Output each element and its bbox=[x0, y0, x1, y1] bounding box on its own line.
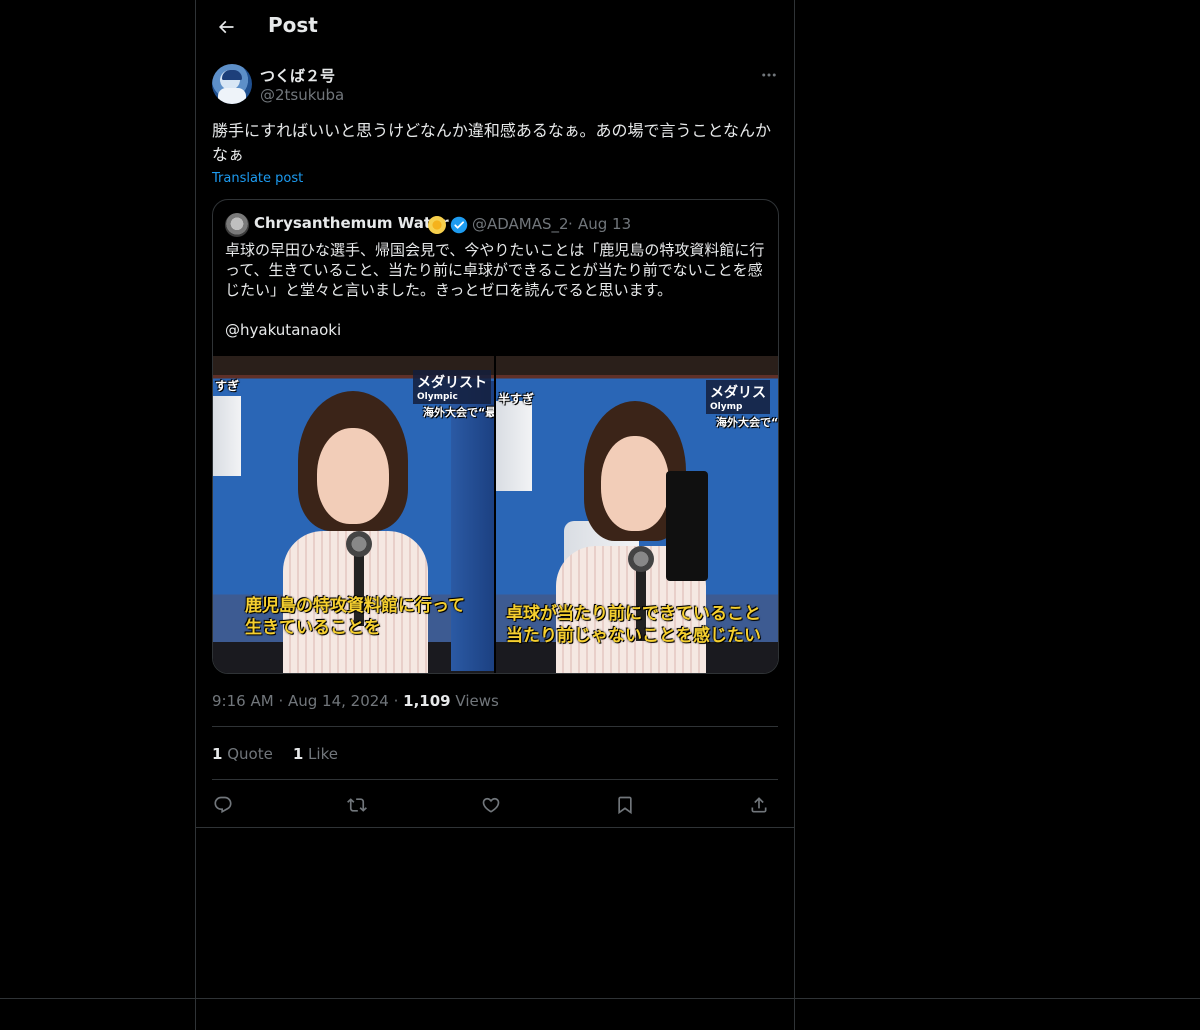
corner-text: 半すぎ bbox=[498, 392, 535, 406]
more-button[interactable] bbox=[754, 64, 784, 86]
reply-button[interactable] bbox=[208, 790, 238, 820]
divider bbox=[212, 779, 778, 780]
image-caption-line2: 当たり前じゃないことを感じたい bbox=[506, 626, 761, 646]
quote-count: 1 bbox=[212, 745, 223, 763]
quote-author-handle: @ADAMAS_2 bbox=[472, 215, 569, 233]
repost-button[interactable] bbox=[342, 790, 372, 820]
flower-badge-icon bbox=[428, 216, 446, 234]
tv-ticker: 海外大会で“最 bbox=[423, 406, 496, 419]
tv-ticker: 海外大会で“ bbox=[716, 416, 778, 429]
quotes-stat[interactable]: 1 Quote bbox=[212, 745, 273, 763]
engagement-stats: 1 Quote 1 Like bbox=[212, 745, 338, 763]
image-caption-line1: 鹿児島の特攻資料館に行って bbox=[245, 596, 466, 616]
post-time[interactable]: 9:16 AM bbox=[212, 692, 274, 710]
bookmark-icon bbox=[618, 796, 632, 815]
divider bbox=[212, 726, 778, 727]
share-icon bbox=[751, 797, 767, 813]
author-avatar[interactable] bbox=[212, 64, 252, 104]
bookmark-button[interactable] bbox=[610, 790, 640, 820]
tv-logo-sub: Olympic bbox=[417, 392, 458, 402]
quote-author-name[interactable]: Chrysanthemum Water bbox=[254, 214, 449, 232]
media-image[interactable]: メダリス Olymp 海外大会で“ 半すぎ 卓球が当たり前にできていること 当た… bbox=[496, 356, 778, 673]
like-count: 1 bbox=[292, 745, 304, 763]
repost-icon bbox=[347, 798, 367, 812]
share-button[interactable] bbox=[744, 790, 774, 820]
separator-dot: · bbox=[568, 215, 573, 233]
tv-logo-sub: Olymp bbox=[710, 402, 743, 412]
post-text: 勝手にすればいいと思うけどなんか違和感あるなぁ。あの場で言うことなんかなぁ bbox=[212, 121, 772, 164]
tv-logo-text: メダリス bbox=[710, 385, 766, 401]
action-bar bbox=[212, 790, 778, 820]
author-handle[interactable]: @2tsukuba bbox=[260, 86, 344, 104]
like-button[interactable] bbox=[476, 790, 506, 820]
tv-logo-text: メダリスト bbox=[417, 375, 487, 391]
reply-icon bbox=[214, 796, 232, 814]
corner-text: すぎ bbox=[215, 379, 240, 393]
back-button[interactable] bbox=[208, 9, 244, 45]
quote-author-avatar[interactable] bbox=[225, 213, 249, 237]
quote-label: Quote bbox=[227, 745, 273, 763]
divider bbox=[196, 827, 794, 828]
views-count: 1,109 bbox=[403, 692, 451, 710]
main-column: Post つくば２号 @2tsukuba 勝手にすればいいと思うけどなんか違和感… bbox=[195, 0, 795, 1030]
heart-icon bbox=[482, 797, 500, 813]
quote-media: メダリスト Olympic 海外大会で“最 すぎ 鹿児島の特攻資料館に行って 生… bbox=[213, 356, 778, 673]
verified-badge-icon bbox=[450, 216, 468, 234]
quote-text: 卓球の早田ひな選手、帰国会見で、今やりたいことは「鹿児島の特攻資料館に行って、生… bbox=[225, 241, 765, 339]
quoted-post[interactable]: Chrysanthemum Water @ADAMAS_2 · Aug 13 卓… bbox=[212, 199, 779, 674]
post-date[interactable]: Aug 14, 2024 bbox=[288, 692, 389, 710]
author-name[interactable]: つくば２号 bbox=[260, 65, 335, 86]
page-title: Post bbox=[268, 13, 318, 37]
more-horizontal-icon bbox=[762, 73, 776, 77]
quote-date[interactable]: Aug 13 bbox=[578, 215, 631, 233]
image-caption-line1: 卓球が当たり前にできていること bbox=[506, 604, 761, 624]
image-caption-line2: 生きていることを bbox=[245, 618, 381, 638]
post-meta: 9:16 AM · Aug 14, 2024 · 1,109 Views bbox=[212, 692, 499, 710]
like-label: Like bbox=[308, 745, 338, 763]
likes-stat[interactable]: 1 Like bbox=[293, 745, 338, 763]
post-header: Post bbox=[196, 0, 794, 55]
arrow-left-icon bbox=[218, 20, 234, 34]
translate-post-link[interactable]: Translate post bbox=[212, 171, 303, 186]
views-label: Views bbox=[455, 692, 499, 710]
media-image[interactable]: メダリスト Olympic 海外大会で“最 すぎ 鹿児島の特攻資料館に行って 生… bbox=[213, 356, 496, 673]
